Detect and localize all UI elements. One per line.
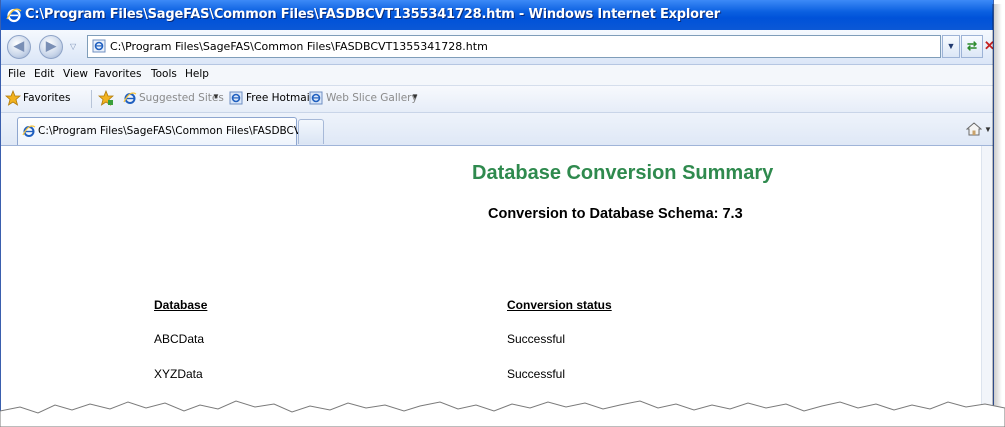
tab-ie-icon (22, 125, 36, 137)
add-favorites-icon[interactable] (98, 90, 114, 106)
menu-edit[interactable]: Edit (34, 68, 54, 80)
suggested-sites-dropdown-icon[interactable]: ▼ (212, 92, 220, 101)
column-header-database: Database (154, 298, 208, 312)
table-cell-database: XYZData (154, 367, 203, 381)
home-dropdown-icon[interactable]: ▼ (984, 125, 992, 134)
favorites-star-icon (5, 90, 21, 106)
favorites-separator (91, 90, 92, 108)
menu-view[interactable]: View (63, 68, 88, 80)
table-cell-status: Successful (507, 332, 566, 346)
free-hotmail-link[interactable]: Free Hotmail (246, 92, 313, 104)
menu-file[interactable]: File (8, 68, 26, 80)
home-icon[interactable] (966, 121, 982, 137)
tab-active[interactable]: C:\Program Files\SageFAS\Common Files\FA… (17, 117, 324, 145)
address-dropdown-button[interactable]: ▼ (942, 35, 960, 58)
column-header-status: Conversion status (507, 298, 612, 312)
page-subtitle: Conversion to Database Schema: 7.3 (488, 206, 743, 222)
menu-bar: File Edit View Favorites Tools Help (1, 65, 993, 86)
page-title: Database Conversion Summary (472, 162, 774, 184)
menu-help[interactable]: Help (185, 68, 209, 80)
forward-arrow-icon: ▶ (46, 38, 56, 53)
table-cell-database: ABCData (154, 332, 205, 346)
address-input[interactable]: C:\Program Files\SageFAS\Common Files\FA… (87, 35, 941, 58)
page-icon (92, 39, 106, 53)
hotmail-ie-icon (229, 91, 243, 105)
address-toolbar: ◀ ▶ ▽ C:\Program Files\SageFAS\Common Fi… (1, 30, 993, 65)
web-slice-dropdown-icon[interactable]: ▼ (411, 92, 419, 101)
back-button[interactable]: ◀ (7, 35, 31, 59)
menu-favorites[interactable]: Favorites (94, 68, 141, 80)
forward-button[interactable]: ▶ (39, 35, 63, 59)
browser-window: C:\Program Files\SageFAS\Common Files\FA… (0, 0, 994, 427)
tab-bar: C:\Program Files\SageFAS\Common Files\FA… (1, 113, 993, 146)
page-content: Database Conversion Summary Conversion t… (1, 146, 993, 427)
back-arrow-icon: ◀ (14, 38, 24, 53)
tab-label: C:\Program Files\SageFAS\Common Files\FA… (38, 125, 325, 137)
title-bar: C:\Program Files\SageFAS\Common Files\FA… (1, 0, 993, 30)
history-dropdown-icon[interactable]: ▽ (70, 42, 76, 51)
suggested-sites-icon (123, 92, 137, 104)
favorites-button[interactable]: Favorites (23, 92, 70, 104)
refresh-button[interactable]: ⇄ (961, 35, 983, 58)
window-shadow (992, 4, 1002, 424)
torn-edge-decoration (0, 400, 1005, 427)
table-cell-status: Successful (507, 367, 566, 381)
window-title: C:\Program Files\SageFAS\Common Files\FA… (25, 7, 720, 22)
favorites-bar: Favorites Suggested Sites ▼ Free Hotmail… (1, 86, 993, 113)
web-slice-gallery-link[interactable]: Web Slice Gallery (326, 92, 418, 104)
ie-logo-icon (6, 8, 22, 23)
web-slice-ie-icon (309, 91, 323, 105)
new-tab-button[interactable] (298, 119, 324, 144)
address-url: C:\Program Files\SageFAS\Common Files\FA… (110, 40, 488, 53)
menu-tools[interactable]: Tools (151, 68, 177, 80)
